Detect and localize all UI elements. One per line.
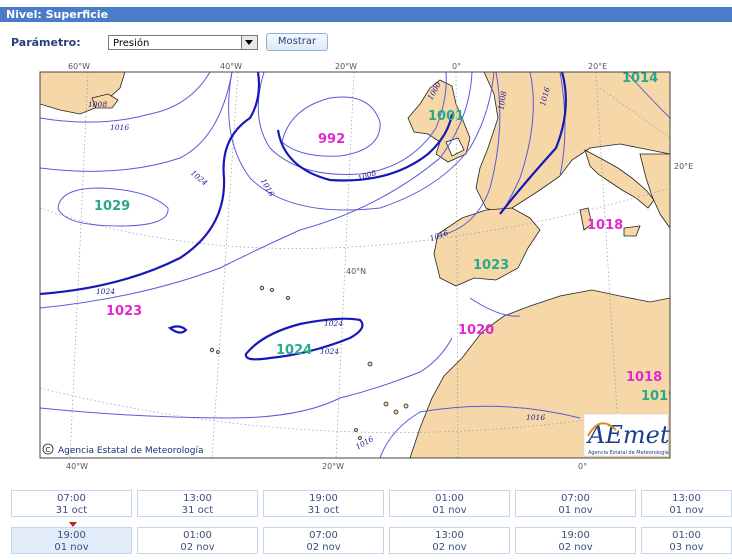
logo-sub: Agencia Estatal de Meteorología bbox=[588, 449, 669, 456]
tick-top: 0° bbox=[452, 62, 461, 71]
timeline-slot[interactable]: 01:00 01 nov bbox=[389, 490, 510, 517]
parameter-row: Parámetro: Presión Mostrar bbox=[11, 33, 328, 51]
isobar-label: 1024 bbox=[324, 319, 343, 328]
low-center: 1020 bbox=[458, 323, 494, 338]
isobar-label: 1016 bbox=[110, 123, 129, 132]
slot-date: 01 nov bbox=[558, 505, 593, 516]
isobar-label: 1024 bbox=[96, 287, 115, 296]
tick-top: 20°W bbox=[335, 62, 357, 71]
slot-date: 02 nov bbox=[432, 542, 467, 553]
parameter-select[interactable]: Presión bbox=[108, 34, 258, 50]
slot-time: 07:00 bbox=[57, 493, 86, 504]
timeline-slot[interactable]: 07:00 31 oct bbox=[11, 490, 132, 517]
tick-top: 40°W bbox=[220, 62, 242, 71]
high-center: 1019 bbox=[641, 389, 677, 404]
low-center: 1018 bbox=[587, 218, 623, 233]
low-center: 992 bbox=[318, 132, 345, 147]
slot-time: 01:00 bbox=[183, 530, 212, 541]
tick-top: 20°E bbox=[588, 62, 607, 71]
map-svg: 1008 1016 1024 1016 1008 1000 1008 1016 … bbox=[39, 62, 693, 471]
level-header: Nivel: Superficie bbox=[0, 7, 732, 22]
slot-date: 02 nov bbox=[558, 542, 593, 553]
low-center: 1018 bbox=[626, 370, 662, 385]
pressure-map: 1008 1016 1024 1016 1008 1000 1008 1016 … bbox=[0, 58, 732, 478]
timeline-slot[interactable]: 19:00 31 oct bbox=[263, 490, 384, 517]
timeline: 07:00 31 oct 13:00 31 oct 19:00 31 oct 01:0… bbox=[0, 490, 732, 560]
parameter-select-value: Presión bbox=[113, 37, 150, 49]
slot-time: 07:00 bbox=[561, 493, 590, 504]
credit: C Agencia Estatal de Meteorología bbox=[42, 443, 204, 456]
high-center: 1014 bbox=[622, 71, 658, 86]
high-center: 1029 bbox=[94, 199, 130, 214]
timeline-slot[interactable]: 07:00 01 nov bbox=[515, 490, 636, 517]
credit-text: Agencia Estatal de Meteorología bbox=[58, 446, 204, 456]
slot-date: 31 oct bbox=[55, 505, 88, 516]
aemet-logo: AEmet Agencia Estatal de Meteorología bbox=[583, 413, 670, 457]
low-center: 1023 bbox=[106, 304, 142, 319]
slot-time: 19:00 bbox=[561, 530, 590, 541]
slot-time: 13:00 bbox=[435, 530, 464, 541]
tick-right: 20°E bbox=[674, 162, 693, 171]
slot-date: 02 nov bbox=[306, 542, 341, 553]
show-button[interactable]: Mostrar bbox=[266, 33, 328, 51]
high-center: 1023 bbox=[473, 258, 509, 273]
tick-top: 60°W bbox=[68, 62, 90, 71]
isobar-label: 1016 bbox=[526, 413, 545, 422]
timeline-slot[interactable]: 13:00 01 nov bbox=[641, 490, 732, 517]
timeline-slot[interactable]: 07:00 02 nov bbox=[263, 527, 384, 554]
parameter-label: Parámetro: bbox=[11, 35, 81, 49]
timeline-slot[interactable]: 13:00 31 oct bbox=[137, 490, 258, 517]
tick-lat: 40°N bbox=[346, 267, 366, 276]
slot-time: 07:00 bbox=[309, 530, 338, 541]
slot-date: 01 nov bbox=[669, 505, 704, 516]
slot-date: 02 nov bbox=[180, 542, 215, 553]
slot-date: 01 nov bbox=[432, 505, 467, 516]
slot-time: 13:00 bbox=[183, 493, 212, 504]
high-center: 1001 bbox=[428, 109, 464, 124]
timeline-slot-selected[interactable]: 19:00 01 nov bbox=[11, 527, 132, 554]
isobar-label: 1008 bbox=[88, 100, 107, 109]
high-center: 1024 bbox=[276, 343, 312, 358]
slot-time: 01:00 bbox=[435, 493, 464, 504]
slot-time: 19:00 bbox=[309, 493, 338, 504]
timeline-slot[interactable]: 19:00 02 nov bbox=[515, 527, 636, 554]
slot-date: 31 oct bbox=[181, 505, 214, 516]
timeline-slot[interactable]: 01:00 02 nov bbox=[137, 527, 258, 554]
slot-time: 13:00 bbox=[672, 493, 701, 504]
tick-bottom: 20°W bbox=[322, 462, 344, 471]
tick-bottom: 40°W bbox=[66, 462, 88, 471]
slot-date: 31 oct bbox=[307, 505, 340, 516]
slot-date: 03 nov bbox=[669, 542, 704, 553]
timeline-slot[interactable]: 13:00 02 nov bbox=[389, 527, 510, 554]
slot-time: 01:00 bbox=[672, 530, 701, 541]
chevron-down-icon[interactable] bbox=[241, 35, 257, 49]
slot-time: 19:00 bbox=[57, 530, 86, 541]
slot-date: 01 nov bbox=[54, 542, 89, 553]
tick-bottom: 0° bbox=[578, 462, 587, 471]
copyright-glyph: C bbox=[46, 446, 51, 454]
timeline-slot[interactable]: 01:00 03 nov bbox=[641, 527, 732, 554]
isobar-label: 1024 bbox=[320, 347, 339, 356]
